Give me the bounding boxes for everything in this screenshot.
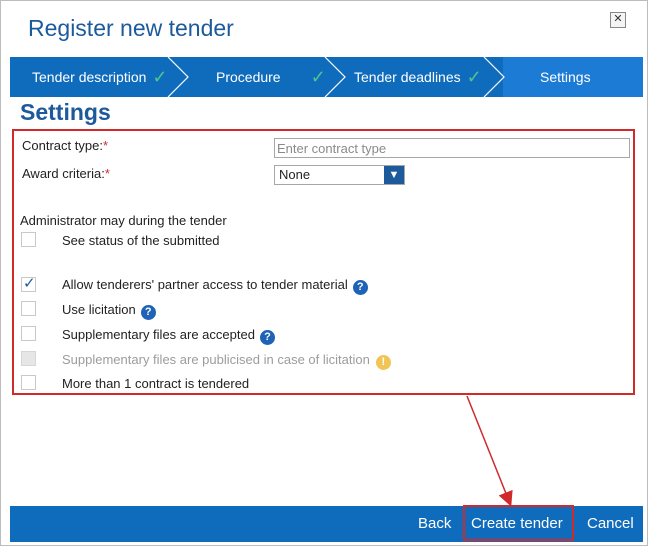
annotation-arrow [466, 395, 513, 507]
cancel-button[interactable]: Cancel [587, 506, 634, 542]
create-tender-highlight-box [463, 505, 574, 541]
back-button[interactable]: Back [418, 506, 451, 542]
register-tender-dialog: Register new tender ✕ Tender description… [0, 0, 648, 546]
